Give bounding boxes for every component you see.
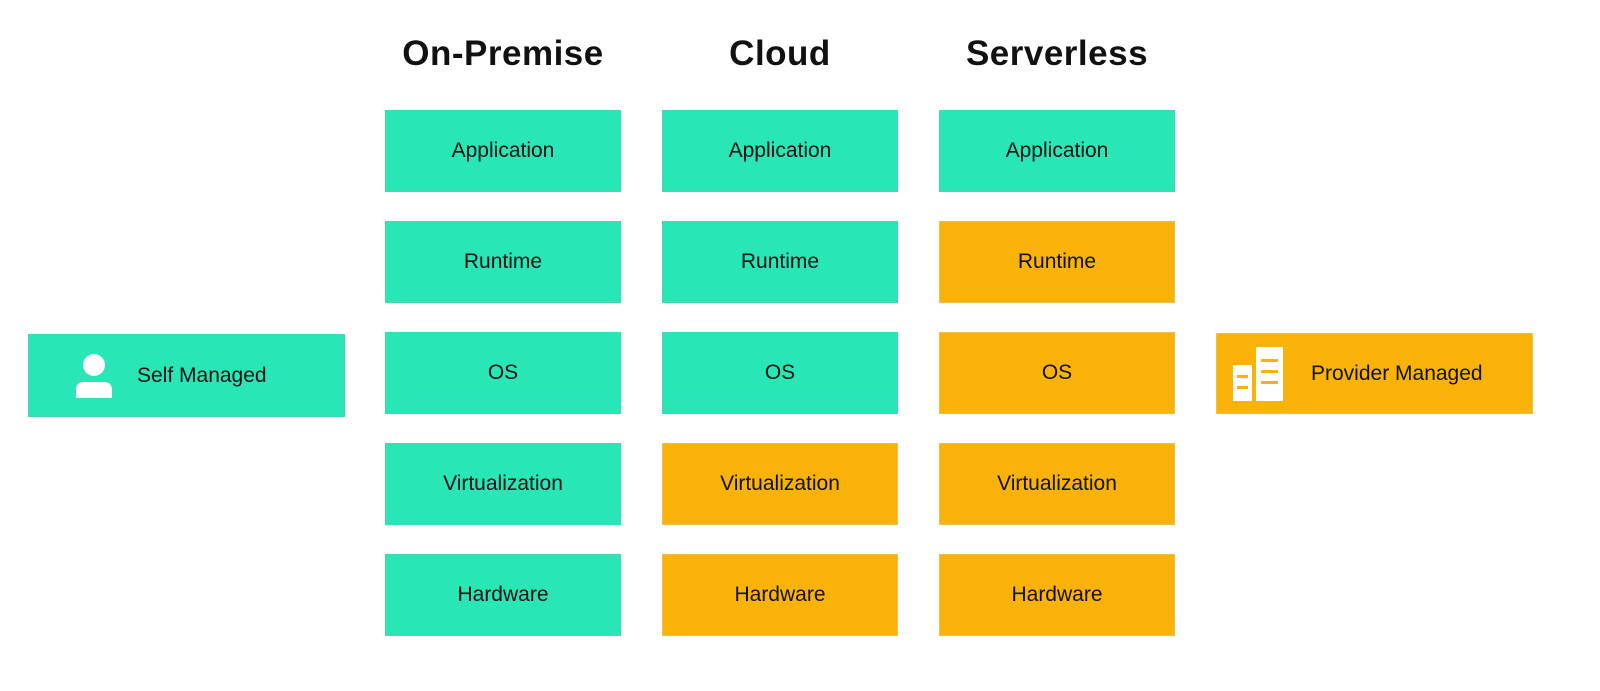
layer-runtime-self: Runtime — [385, 221, 621, 303]
column-title: On-Premise — [402, 34, 604, 73]
column-title: Cloud — [729, 34, 831, 73]
layer-os-self: OS — [385, 332, 621, 414]
layer-hardware-provider: Hardware — [939, 554, 1175, 636]
layer-application-self: Application — [662, 110, 898, 192]
layer-virtualization-provider: Virtualization — [662, 443, 898, 525]
legend-self-label: Self Managed — [137, 363, 267, 387]
layer-hardware-self: Hardware — [385, 554, 621, 636]
layer-os-provider: OS — [939, 332, 1175, 414]
user-icon — [75, 353, 113, 398]
legend-self-managed: Self Managed — [28, 334, 345, 417]
layer-application-self: Application — [939, 110, 1175, 192]
layer-runtime-provider: Runtime — [939, 221, 1175, 303]
layer-os-self: OS — [662, 332, 898, 414]
layer-application-self: Application — [385, 110, 621, 192]
legend-provider-label: Provider Managed — [1311, 361, 1483, 385]
legend-provider-managed: Provider Managed — [1216, 333, 1533, 414]
layer-virtualization-provider: Virtualization — [939, 443, 1175, 525]
column-title: Serverless — [965, 34, 1149, 73]
layer-runtime-self: Runtime — [662, 221, 898, 303]
layer-virtualization-self: Virtualization — [385, 443, 621, 525]
buildings-icon — [1233, 346, 1283, 401]
layer-hardware-provider: Hardware — [662, 554, 898, 636]
